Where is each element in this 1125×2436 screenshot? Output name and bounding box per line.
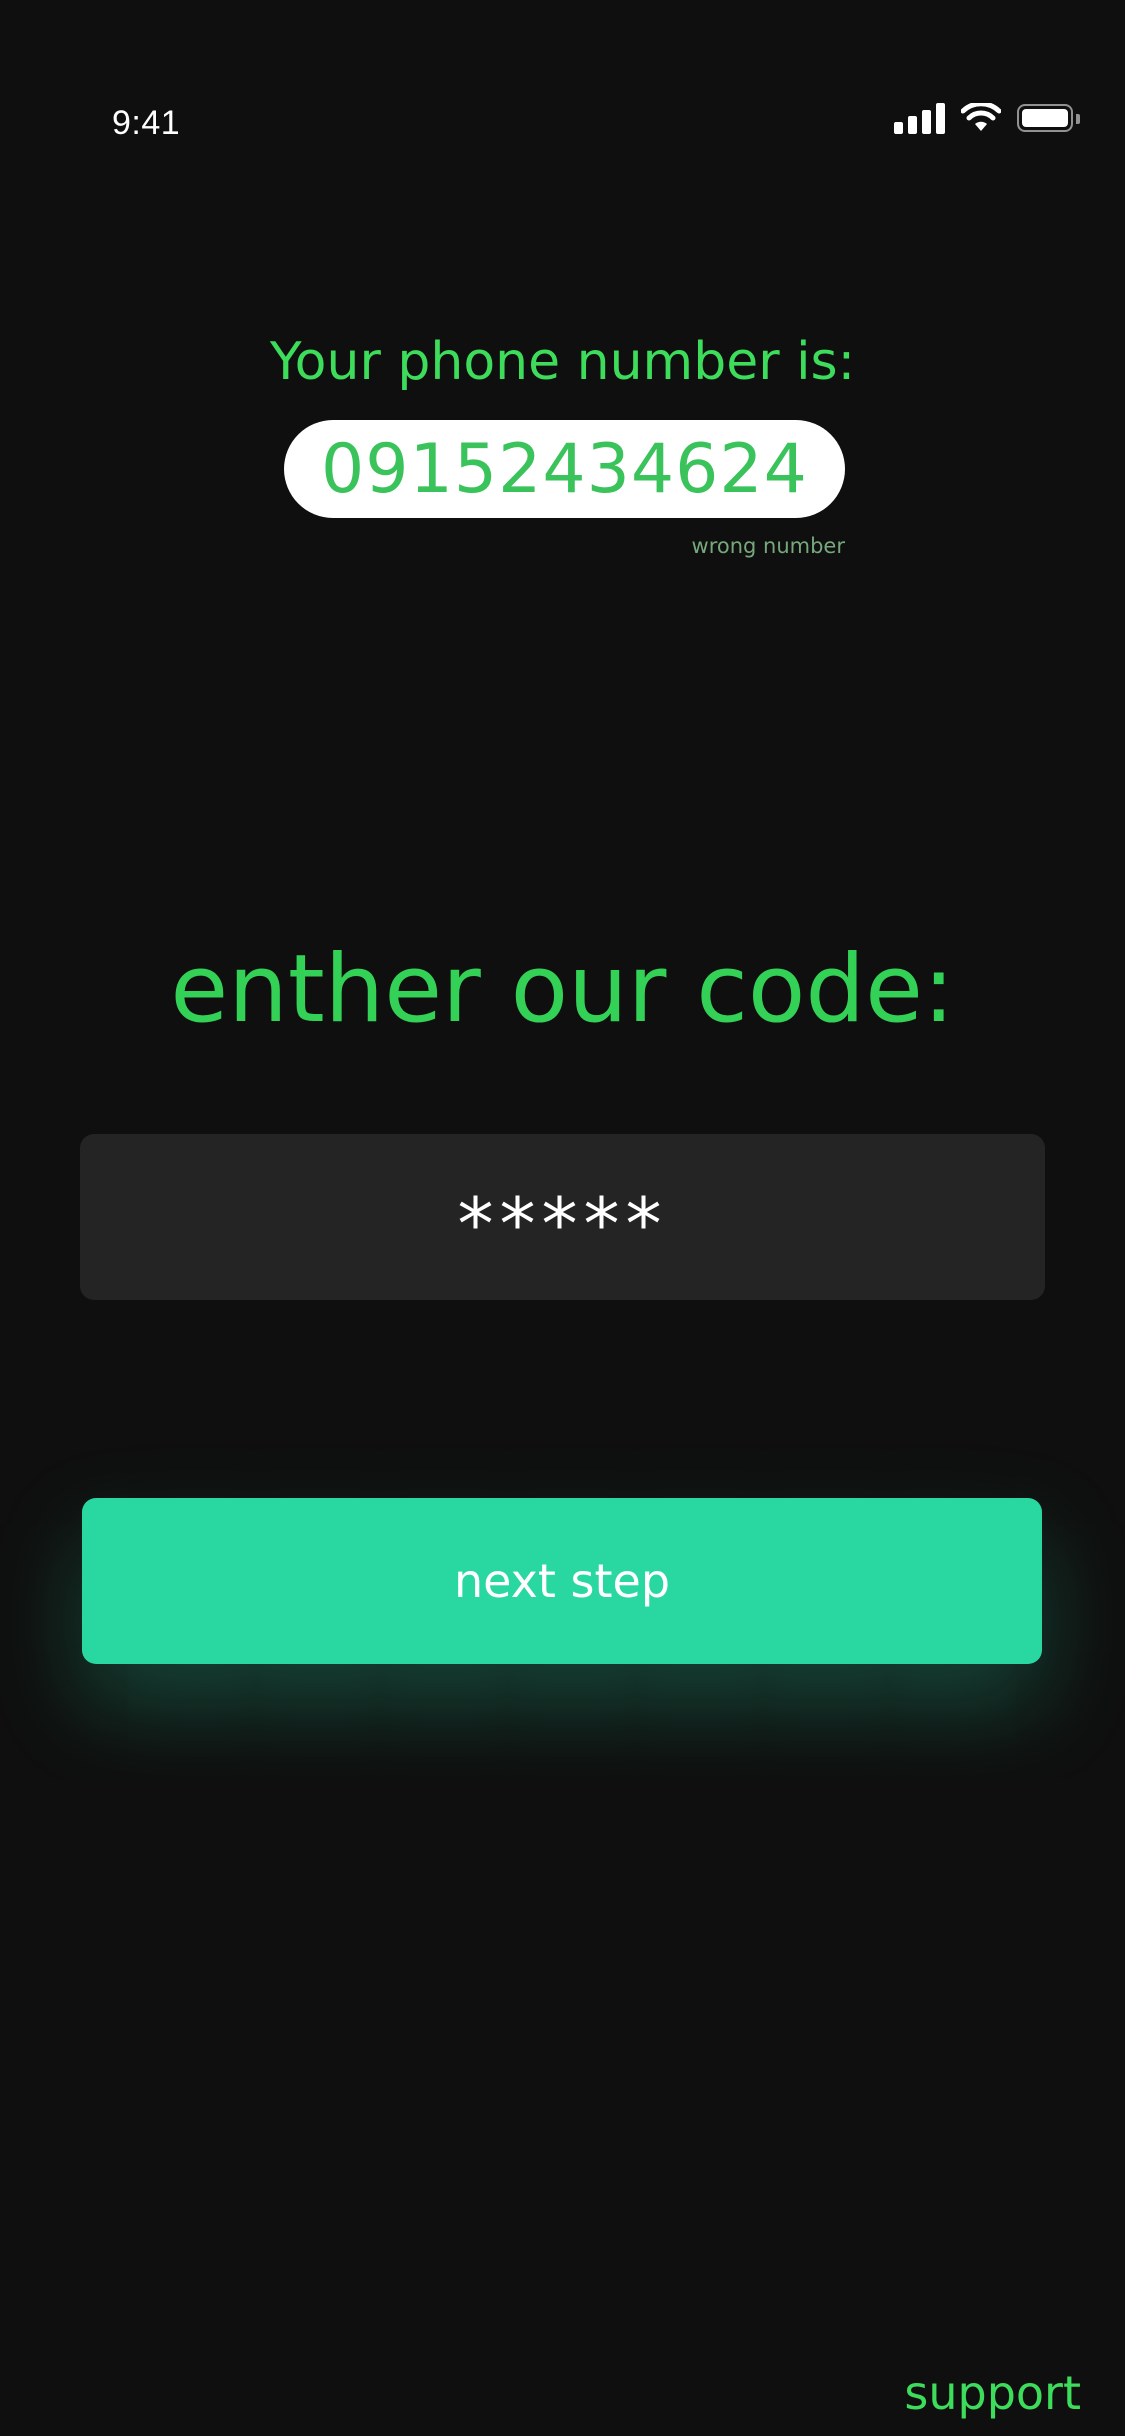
phone-number-value: 09152434624 xyxy=(321,429,808,509)
status-icons xyxy=(894,100,1080,136)
phone-number-display: 09152434624 xyxy=(284,420,845,518)
support-link[interactable]: support xyxy=(904,2366,1081,2420)
signal-icon xyxy=(894,102,945,134)
code-heading: enther our code: xyxy=(170,935,955,1044)
battery-icon xyxy=(1017,104,1080,132)
wifi-icon xyxy=(961,103,1001,131)
wrong-number-link[interactable]: wrong number xyxy=(692,534,845,558)
next-step-button[interactable]: next step xyxy=(82,1498,1042,1664)
code-input[interactable] xyxy=(80,1134,1045,1300)
phone-number-label: Your phone number is: xyxy=(269,332,856,392)
status-time: 9:41 xyxy=(112,104,181,142)
